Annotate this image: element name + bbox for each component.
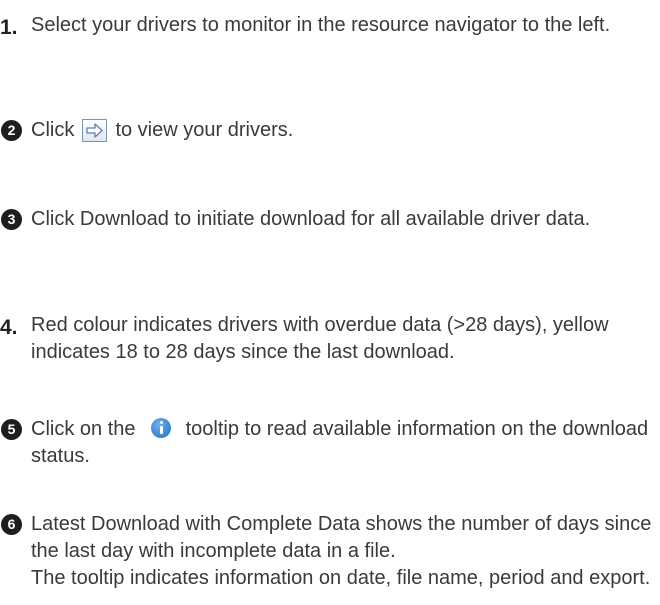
step-6-text-line2: The tooltip indicates information on dat…: [31, 567, 651, 589]
info-icon: [151, 418, 172, 438]
step-2-number: 2: [1, 120, 22, 141]
arrow-button-icon: [81, 119, 107, 142]
step-5: 5 Click on the tooltip to read available…: [0, 416, 656, 470]
step-6-text: Latest Download with Complete Data shows…: [31, 511, 656, 592]
step-2: 2 Click to view your drivers.: [0, 117, 656, 144]
step-4-number: 4.: [0, 316, 18, 339]
step-3: 3 Click Download to initiate download fo…: [0, 206, 656, 233]
step-6-text-line1: Latest Download with Complete Data shows…: [31, 513, 652, 562]
step-5-text-before: Click on the: [31, 418, 142, 440]
step-4: 4. Red colour indicates drivers with ove…: [0, 312, 656, 366]
step-2-text-before: Click: [31, 119, 80, 141]
step-2-text: Click to view your drivers.: [31, 117, 656, 144]
step-3-number: 3: [1, 209, 22, 230]
step-2-text-after: to view your drivers.: [109, 119, 294, 141]
step-5-number: 5: [1, 419, 22, 440]
step-4-text: Red colour indicates drivers with overdu…: [31, 314, 609, 363]
step-1-text: Select your drivers to monitor in the re…: [31, 14, 611, 36]
step-6-number: 6: [1, 514, 22, 535]
step-5-text: Click on the tooltip to read available i…: [31, 416, 656, 470]
step-1-number: 1.: [0, 16, 18, 39]
step-1: 1. Select your drivers to monitor in the…: [0, 12, 656, 39]
step-3-text: Click Download to initiate download for …: [31, 208, 591, 230]
step-6: 6 Latest Download with Complete Data sho…: [0, 511, 656, 592]
